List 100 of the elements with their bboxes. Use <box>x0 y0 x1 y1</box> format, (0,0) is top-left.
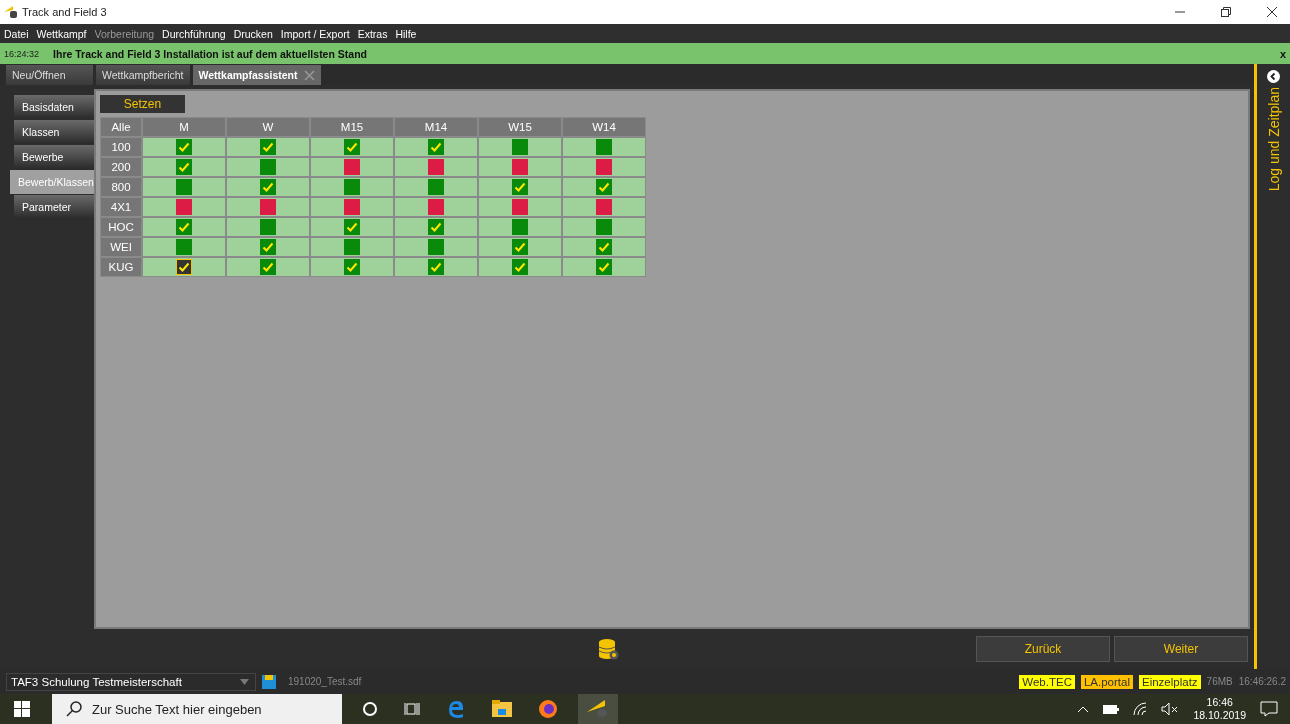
checkbox[interactable] <box>176 219 192 235</box>
checkbox[interactable] <box>344 179 360 195</box>
taskbar-time[interactable]: 16:46 <box>1206 696 1233 709</box>
checkbox[interactable] <box>344 199 360 215</box>
row-header[interactable]: 100 <box>101 138 141 156</box>
select-all-header[interactable]: Alle <box>101 118 141 136</box>
column-header[interactable]: W14 <box>563 118 645 136</box>
side-tab[interactable]: Bewerbe <box>14 145 94 169</box>
checkbox[interactable] <box>260 199 276 215</box>
column-header[interactable]: M15 <box>311 118 393 136</box>
checkbox[interactable] <box>428 199 444 215</box>
checkbox[interactable] <box>512 259 528 275</box>
cortana-circle-icon[interactable] <box>362 701 378 717</box>
checkbox[interactable] <box>512 179 528 195</box>
database-icon[interactable] <box>597 638 619 660</box>
column-header[interactable]: M <box>143 118 225 136</box>
chevron-up-icon[interactable] <box>1077 705 1090 713</box>
checkbox[interactable] <box>512 239 528 255</box>
checkbox[interactable] <box>596 179 612 195</box>
menu-item[interactable]: Wettkampf <box>36 27 87 40</box>
checkbox[interactable] <box>176 199 192 215</box>
checkbox[interactable] <box>344 259 360 275</box>
checkbox[interactable] <box>428 239 444 255</box>
checkbox[interactable] <box>596 139 612 155</box>
checkbox[interactable] <box>596 259 612 275</box>
checkbox[interactable] <box>512 199 528 215</box>
column-header[interactable]: M14 <box>395 118 477 136</box>
checkbox[interactable] <box>596 219 612 235</box>
nav-button[interactable]: Zurück <box>976 636 1110 662</box>
notice-close-button[interactable]: x <box>1279 47 1286 60</box>
speaker-muted-icon[interactable] <box>1161 702 1180 716</box>
battery-icon[interactable] <box>1103 704 1120 714</box>
menu-item[interactable]: Import / Export <box>280 27 350 40</box>
checkbox[interactable] <box>260 179 276 195</box>
taskbar-app-button[interactable] <box>578 694 618 724</box>
checkbox[interactable] <box>176 159 192 175</box>
column-header[interactable]: W <box>227 118 309 136</box>
competition-dropdown[interactable]: TAF3 Schulung Testmeisterschaft <box>6 672 256 691</box>
checkbox[interactable] <box>512 159 528 175</box>
checkbox[interactable] <box>428 179 444 195</box>
side-panel-title[interactable]: Log und Zeitplan <box>1265 87 1282 192</box>
row-header[interactable]: 200 <box>101 158 141 176</box>
save-icon[interactable] <box>262 674 276 689</box>
checkbox[interactable] <box>176 259 192 275</box>
row-header[interactable]: WEI <box>101 238 141 256</box>
menu-item[interactable]: Durchführung <box>162 27 226 40</box>
checkbox[interactable] <box>596 199 612 215</box>
tab[interactable]: Neu/Öffnen <box>6 65 93 85</box>
checkbox[interactable] <box>176 239 192 255</box>
folder-icon[interactable] <box>492 700 512 718</box>
memory-usage: 76MB <box>1206 676 1233 687</box>
menu-item[interactable]: Drucken <box>233 27 273 40</box>
task-view-icon[interactable] <box>404 701 420 717</box>
side-tab[interactable]: Basisdaten <box>14 95 94 119</box>
checkbox[interactable] <box>596 159 612 175</box>
row-header[interactable]: KUG <box>101 258 141 276</box>
taskbar-date[interactable]: 18.10.2019 <box>1193 709 1246 722</box>
checkbox[interactable] <box>260 239 276 255</box>
checkbox[interactable] <box>428 219 444 235</box>
checkbox[interactable] <box>176 139 192 155</box>
checkbox[interactable] <box>260 159 276 175</box>
checkbox[interactable] <box>344 239 360 255</box>
checkbox[interactable] <box>512 139 528 155</box>
side-tab[interactable]: Klassen <box>14 120 94 144</box>
set-button[interactable]: Setzen <box>100 95 185 113</box>
checkbox[interactable] <box>176 179 192 195</box>
search-icon <box>66 701 82 717</box>
windows-start-icon[interactable] <box>14 701 30 717</box>
checkbox[interactable] <box>596 239 612 255</box>
maximize-icon[interactable] <box>1220 6 1232 18</box>
edge-browser-icon[interactable] <box>446 699 466 719</box>
checkbox[interactable] <box>428 259 444 275</box>
checkbox[interactable] <box>512 219 528 235</box>
checkbox[interactable] <box>428 159 444 175</box>
row-header[interactable]: 800 <box>101 178 141 196</box>
wifi-icon[interactable] <box>1133 702 1148 716</box>
checkbox[interactable] <box>428 139 444 155</box>
column-header[interactable]: W15 <box>479 118 561 136</box>
checkbox[interactable] <box>344 219 360 235</box>
menu-item[interactable]: Hilfe <box>395 27 417 40</box>
close-icon[interactable] <box>1266 6 1278 18</box>
checkbox[interactable] <box>260 219 276 235</box>
collapse-icon[interactable] <box>1267 70 1280 83</box>
checkbox[interactable] <box>260 139 276 155</box>
file-name: 191020_Test.sdf <box>288 676 362 687</box>
nav-button[interactable]: Weiter <box>1114 636 1248 662</box>
menu-item[interactable]: Extras <box>357 27 388 40</box>
checkbox[interactable] <box>344 159 360 175</box>
tab[interactable]: Wettkampfbericht <box>96 65 190 85</box>
checkbox[interactable] <box>344 139 360 155</box>
side-tab[interactable]: Parameter <box>14 195 94 219</box>
row-header[interactable]: 4X1 <box>101 198 141 216</box>
menu-item[interactable]: Datei <box>4 27 29 40</box>
app-logo-icon <box>587 700 609 718</box>
notification-icon[interactable] <box>1260 701 1278 717</box>
tab[interactable]: Wettkampfassistent <box>192 65 321 85</box>
row-header[interactable]: HOC <box>101 218 141 236</box>
checkbox[interactable] <box>260 259 276 275</box>
firefox-icon[interactable] <box>538 699 558 719</box>
search-field[interactable]: Zur Suche Text hier eingeben <box>52 694 342 724</box>
